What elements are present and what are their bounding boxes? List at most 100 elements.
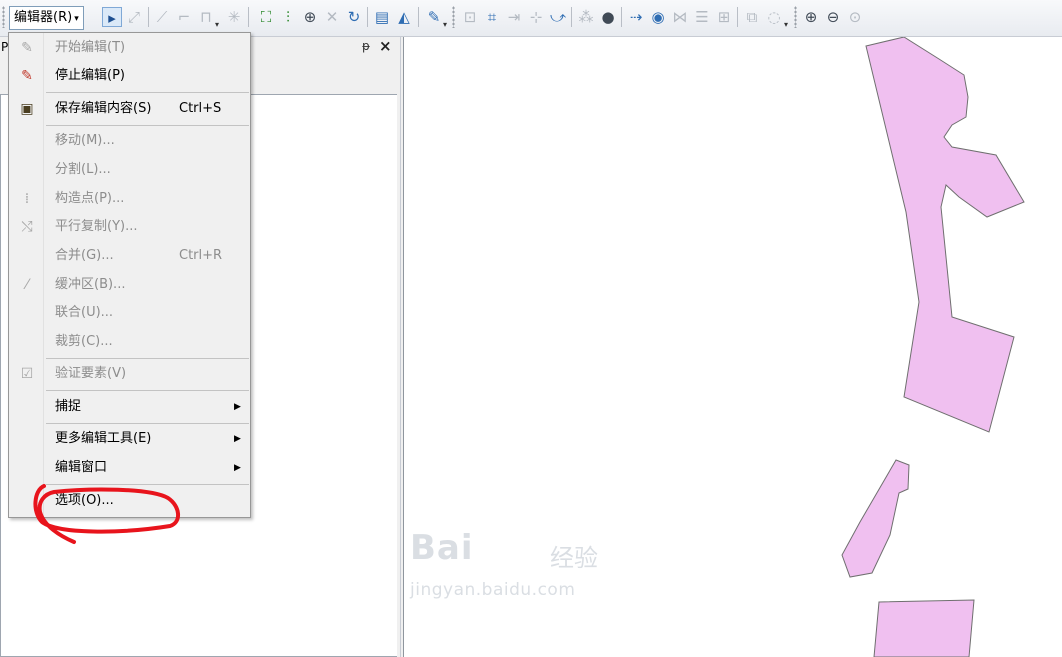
sketch-properties-icon[interactable]: ◭	[394, 7, 414, 27]
create-features-icon[interactable]: ✎	[424, 7, 444, 27]
reshape-feature-icon[interactable]: ⫶	[278, 7, 298, 27]
midpoint-icon[interactable]: ✳	[224, 7, 244, 27]
copy-parallel-icon: ⤭	[21, 219, 33, 235]
georeferencing-icon[interactable]: ⤻	[548, 7, 568, 27]
menu-item-construct-points[interactable]: ⁞ 构造点(P)...	[9, 185, 250, 213]
toolbar-grip[interactable]	[794, 6, 797, 28]
chevron-down-icon[interactable]: ▾	[215, 20, 219, 29]
parcel-polygon[interactable]	[865, 37, 1025, 433]
menu-item-split[interactable]: 分割(L)...	[9, 156, 250, 184]
menu-item-more-editing-tools[interactable]: 更多编辑工具(E) ▶	[9, 425, 250, 453]
attributes-icon[interactable]: ▤	[372, 7, 392, 27]
map-features	[841, 37, 1025, 657]
toolbar-separator	[418, 7, 419, 27]
menu-separator	[46, 92, 249, 93]
construct-point-icon[interactable]: ⊓	[196, 7, 216, 27]
menu-item-options[interactable]: 选项(O)...	[9, 487, 250, 515]
menu-item-label: 裁剪(C)...	[55, 334, 113, 349]
menu-item-label: 编辑窗口	[55, 460, 108, 475]
menu-item-snapping[interactable]: 捕捉 ▶	[9, 393, 250, 421]
split-icon[interactable]: ✕	[322, 7, 342, 27]
split-line-icon[interactable]: ⇥	[504, 7, 524, 27]
pin-icon[interactable]: ᵽ	[362, 39, 370, 53]
topology-icon[interactable]: ⊡	[460, 7, 480, 27]
menu-item-label: 平行复制(Y)...	[55, 219, 138, 234]
menu-separator	[46, 423, 249, 424]
menu-item-move[interactable]: 移动(M)...	[9, 127, 250, 155]
menu-item-editing-windows[interactable]: 编辑窗口 ▶	[9, 454, 250, 482]
menu-item-label: 保存编辑内容(S)	[55, 101, 152, 116]
buffer-icon: ⁄	[25, 277, 29, 293]
save-edits-icon: ▣	[20, 101, 34, 117]
snapping-icon[interactable]: ⌗	[482, 7, 502, 27]
menu-item-label: 捕捉	[55, 399, 82, 414]
menu-item-label: 移动(M)...	[55, 133, 115, 148]
toolbar-separator	[248, 7, 249, 27]
menu-item-label: 选项(O)...	[55, 493, 114, 508]
edit-tool-icon[interactable]: ▸	[102, 7, 122, 27]
toolbar-grip[interactable]	[452, 6, 455, 28]
merge-features-icon[interactable]: ⋈	[670, 7, 690, 27]
copy-features-icon[interactable]: ⧉	[742, 7, 762, 27]
menu-item-clip[interactable]: 裁剪(C)...	[9, 328, 250, 356]
menu-item-buffer[interactable]: ⁄ 缓冲区(B)...	[9, 271, 250, 299]
map-topology-icon[interactable]: ◉	[648, 7, 668, 27]
map-canvas[interactable]	[403, 37, 1062, 657]
shape-icon[interactable]: ◌	[764, 7, 784, 27]
toolbar-separator	[367, 7, 368, 27]
menu-item-label: 更多编辑工具(E)	[55, 431, 152, 446]
error-inspector-icon[interactable]: ⁂	[576, 7, 596, 27]
edit-annotation-icon[interactable]: ⤢	[124, 7, 144, 27]
straight-segment-icon[interactable]: ⟋	[152, 7, 172, 27]
menu-item-label: 分割(L)...	[55, 162, 111, 177]
submenu-arrow-icon: ▶	[234, 402, 241, 412]
trace-icon[interactable]: ⌐	[174, 7, 194, 27]
submenu-arrow-icon: ▶	[234, 463, 241, 473]
validate-icon[interactable]: ⊹	[526, 7, 546, 27]
menu-item-stop-editing[interactable]: ✎ 停止编辑(P)	[9, 62, 250, 90]
menu-item-label: 构造点(P)...	[55, 191, 125, 206]
menu-item-merge[interactable]: 合并(G)... Ctrl+R	[9, 242, 250, 270]
table-icon[interactable]: ⊞	[714, 7, 734, 27]
parcel-polygon[interactable]	[873, 599, 975, 657]
menu-item-label: 联合(U)...	[55, 305, 114, 320]
menu-item-label: 停止编辑(P)	[55, 68, 125, 83]
chevron-down-icon[interactable]: ▾	[784, 20, 788, 29]
construct-points-icon: ⁞	[24, 191, 30, 207]
close-icon[interactable]: ×	[379, 37, 392, 55]
menu-item-shortcut: Ctrl+R	[179, 248, 223, 263]
menu-item-label: 缓冲区(B)...	[55, 277, 126, 292]
stop-editing-icon: ✎	[21, 68, 33, 84]
chevron-down-icon[interactable]: ▾	[443, 20, 447, 29]
editor-dropdown-menu: ✎ 开始编辑(T) ✎ 停止编辑(P) ▣ 保存编辑内容(S) Ctrl+S 移…	[8, 32, 251, 518]
menu-item-label: 验证要素(V)	[55, 366, 127, 381]
menu-separator	[46, 358, 249, 359]
globe-icon[interactable]: ●	[598, 7, 618, 27]
menu-item-save-edits[interactable]: ▣ 保存编辑内容(S) Ctrl+S	[9, 95, 250, 123]
align-edges-icon[interactable]: ☰	[692, 7, 712, 27]
zoom-in-icon[interactable]: ⊕	[801, 7, 821, 27]
menu-item-copy-parallel[interactable]: ⤭ 平行复制(Y)...	[9, 213, 250, 241]
fixed-zoom-icon[interactable]: ⊙	[845, 7, 865, 27]
edit-vertices-icon[interactable]: ⛶	[256, 7, 276, 27]
editor-menu-label: 编辑器(R)	[14, 10, 73, 25]
toolbar-grip[interactable]	[2, 6, 5, 28]
submenu-arrow-icon: ▶	[234, 434, 241, 444]
cut-polygons-icon[interactable]: ⊕	[300, 7, 320, 27]
menu-item-validate-features[interactable]: ☑ 验证要素(V)	[9, 360, 250, 388]
menu-separator	[46, 125, 249, 126]
menu-separator	[46, 484, 249, 485]
spatial-adjustment-icon[interactable]: ⇢	[626, 7, 646, 27]
parcel-polygon[interactable]	[841, 459, 910, 578]
menu-item-union[interactable]: 联合(U)...	[9, 299, 250, 327]
menu-item-label: 合并(G)...	[55, 248, 114, 263]
menu-item-shortcut: Ctrl+S	[179, 101, 222, 116]
zoom-out-icon[interactable]: ⊖	[823, 7, 843, 27]
start-editing-icon: ✎	[21, 40, 33, 56]
menu-item-start-editing[interactable]: ✎ 开始编辑(T)	[9, 34, 250, 62]
toolbar-separator	[148, 7, 149, 27]
toolbar-separator	[737, 7, 738, 27]
rotate-icon[interactable]: ↻	[344, 7, 364, 27]
validate-features-icon: ☑	[20, 366, 34, 382]
editor-menu-button[interactable]: 编辑器(R) ▾	[9, 6, 84, 30]
